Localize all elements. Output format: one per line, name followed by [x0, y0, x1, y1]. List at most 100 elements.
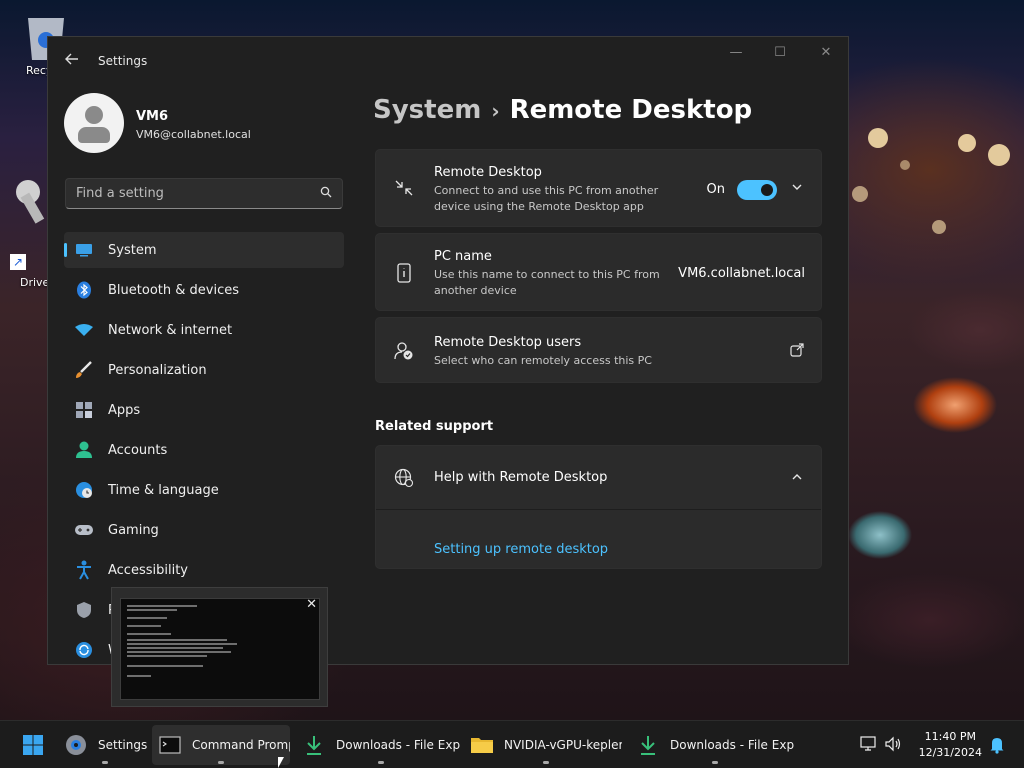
brush-icon: [74, 360, 94, 380]
sidebar-item-personalization[interactable]: Personalization: [64, 352, 344, 388]
notification-bell-icon[interactable]: [988, 736, 1006, 754]
sidebar-item-label: Apps: [108, 402, 141, 418]
sidebar-item-apps[interactable]: Apps: [64, 392, 344, 428]
sidebar-item-label: Accessibility: [108, 562, 188, 578]
chevron-down-icon[interactable]: [789, 181, 805, 197]
sidebar-item-bluetooth[interactable]: Bluetooth & devices: [64, 272, 344, 308]
preview-line: [127, 647, 223, 649]
search-input[interactable]: Find a setting: [65, 178, 343, 209]
remote-desktop-desc: Connect to and use this PC from another …: [434, 184, 659, 213]
globe-clock-icon: [74, 480, 94, 500]
preview-close-icon[interactable]: ✕: [306, 597, 317, 612]
sidebar-item-gaming[interactable]: Gaming: [64, 512, 344, 548]
running-indicator: [102, 761, 108, 764]
preview-line: [127, 675, 151, 677]
back-button[interactable]: [62, 51, 82, 71]
preview-line: [127, 625, 161, 627]
bluetooth-icon: [74, 280, 94, 300]
taskbar-item-label: NVIDIA-vGPU-kepler-: [504, 738, 622, 752]
preview-line: [127, 651, 231, 653]
external-link-icon[interactable]: [789, 343, 805, 359]
remote-desktop-toggle[interactable]: [737, 180, 777, 200]
help-header[interactable]: Help with Remote Desktop: [376, 446, 821, 510]
help-title: Help with Remote Desktop: [434, 470, 608, 485]
minimize-button[interactable]: —: [726, 45, 746, 63]
accessibility-icon: [74, 560, 94, 580]
user-name: VM6: [136, 109, 169, 124]
taskbar-item-command-prompt[interactable]: Command Promp: [152, 725, 290, 765]
pc-name-title: PC name: [434, 249, 492, 264]
taskbar-item-label: Downloads - File Expl: [670, 738, 794, 752]
taskbar-item-downloads-1[interactable]: Downloads - File Expl: [302, 725, 460, 765]
sidebar-item-accounts[interactable]: Accounts: [64, 432, 344, 468]
sidebar-item-network[interactable]: Network & internet: [64, 312, 344, 348]
chevron-up-icon[interactable]: [789, 471, 805, 487]
toggle-state-label: On: [706, 182, 725, 197]
globe-icon: [394, 468, 414, 488]
remote-desktop-card[interactable]: Remote Desktop Connect to and use this P…: [375, 149, 822, 227]
download-arrow-icon: [302, 733, 326, 757]
avatar-body: [78, 127, 110, 143]
close-button[interactable]: ✕: [816, 45, 836, 63]
pc-name-icon: [394, 263, 414, 283]
command-prompt-preview[interactable]: ✕: [111, 587, 328, 707]
shortcut-arrow-icon: ↗: [10, 254, 26, 270]
pc-name-value: VM6.collabnet.local: [678, 266, 805, 281]
network-icon[interactable]: [860, 736, 878, 754]
start-button[interactable]: [16, 725, 50, 765]
taskbar-item-settings[interactable]: Settings: [62, 725, 148, 765]
remote-desktop-users-card[interactable]: Remote Desktop users Select who can remo…: [375, 317, 822, 383]
mouse-cursor: [278, 757, 284, 768]
preview-line: [127, 617, 167, 619]
sidebar-item-time-language[interactable]: Time & language: [64, 472, 344, 508]
title-bar[interactable]: Settings — ☐ ✕: [48, 37, 848, 85]
help-remote-desktop-card: Help with Remote Desktop Setting up remo…: [375, 445, 822, 569]
back-arrow-icon: [65, 53, 78, 65]
running-indicator: [543, 761, 549, 764]
taskbar-item-downloads-2[interactable]: Downloads - File Expl: [636, 725, 794, 765]
running-indicator: [218, 761, 224, 764]
taskbar: Settings Command Promp Downloads - File …: [0, 720, 1024, 768]
apps-icon: [74, 400, 94, 420]
related-support-label: Related support: [375, 419, 494, 434]
remote-desktop-title: Remote Desktop: [434, 165, 542, 180]
taskbar-item-label: Command Promp: [192, 738, 290, 752]
bokeh-light: [932, 220, 946, 234]
maximize-button[interactable]: ☐: [770, 45, 790, 63]
search-icon[interactable]: [320, 186, 332, 201]
running-indicator: [378, 761, 384, 764]
sidebar-item-label: System: [108, 242, 157, 258]
app-title: Settings: [98, 54, 148, 68]
taskbar-item-label: Downloads - File Expl: [336, 738, 460, 752]
taskbar-item-label: Settings: [98, 738, 148, 752]
breadcrumb-parent[interactable]: System: [373, 95, 481, 125]
user-email: VM6@collabnet.local: [136, 128, 251, 141]
preview-line: [127, 643, 237, 645]
sidebar-item-accessibility[interactable]: Accessibility: [64, 552, 344, 588]
driver-label: Drive: [20, 276, 50, 289]
bokeh-light: [852, 186, 868, 202]
folder-icon: [470, 733, 494, 757]
setting-up-remote-desktop-link[interactable]: Setting up remote desktop: [434, 542, 608, 557]
preview-thumbnail: [120, 598, 320, 700]
sidebar-item-system[interactable]: System: [64, 232, 344, 268]
preview-line: [127, 609, 177, 611]
sidebar-item-label: Gaming: [108, 522, 159, 538]
avatar[interactable]: [64, 93, 124, 153]
preview-line: [127, 665, 203, 667]
sidebar-item-label: Bluetooth & devices: [108, 282, 239, 298]
sidebar-item-label: Accounts: [108, 442, 168, 458]
taskbar-item-nvidia-folder[interactable]: NVIDIA-vGPU-kepler-: [470, 725, 622, 765]
system-clock[interactable]: 11:40 PM 12/31/2024: [919, 729, 982, 761]
download-arrow-icon: [636, 733, 660, 757]
breadcrumb-separator: ›: [491, 99, 500, 123]
avatar-head: [85, 106, 103, 124]
windows-logo-icon: [23, 735, 43, 755]
gear-icon: [64, 733, 88, 757]
rd-users-desc: Select who can remotely access this PC: [434, 354, 652, 367]
search-placeholder: Find a setting: [76, 186, 164, 201]
toggle-knob: [761, 184, 773, 196]
bokeh-light: [868, 128, 888, 148]
volume-icon[interactable]: [884, 736, 902, 754]
shield-icon: [74, 600, 94, 620]
